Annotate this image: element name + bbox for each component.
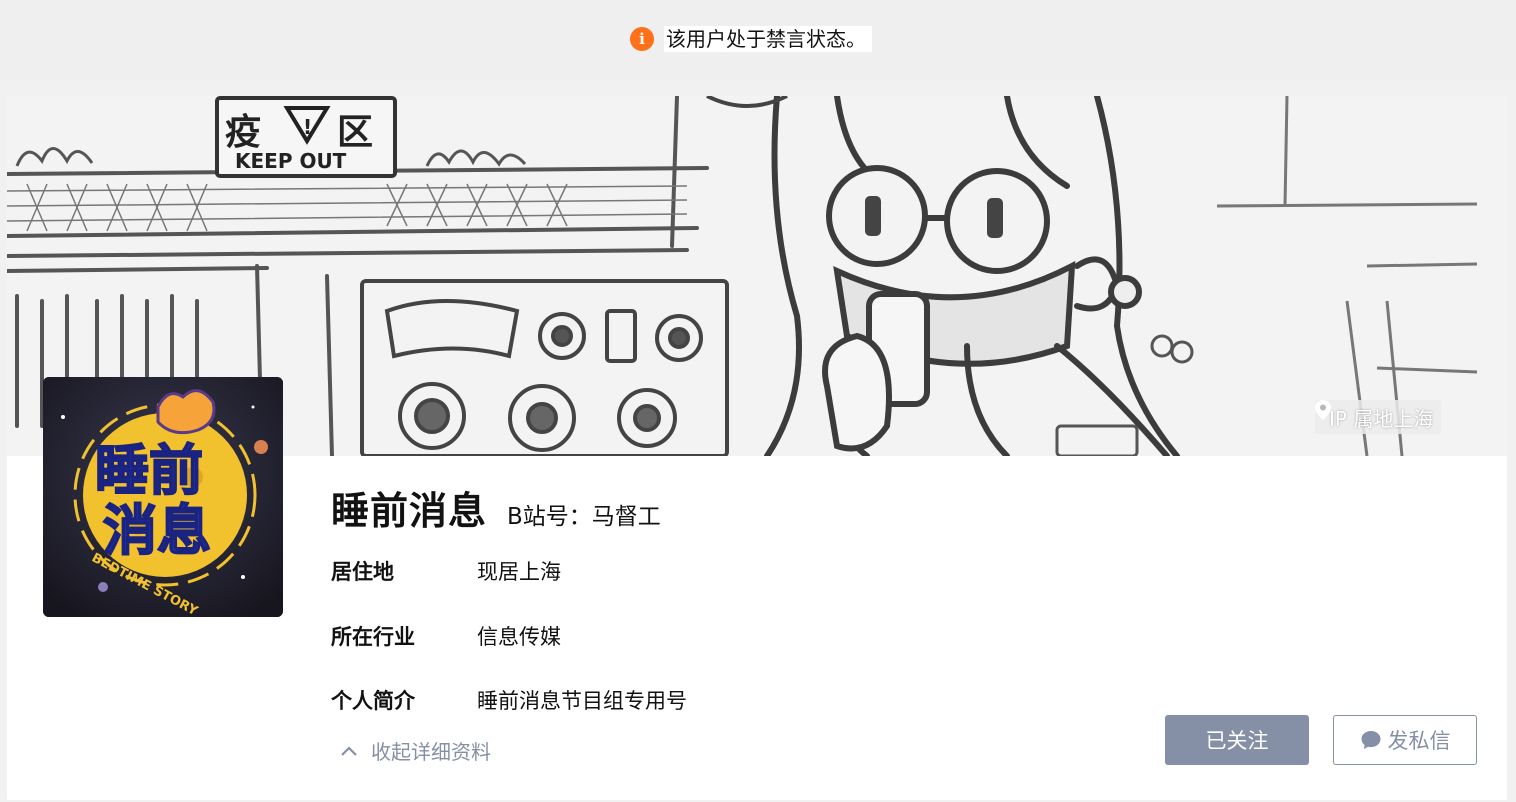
ip-location-text: IP 属地上海 <box>1329 406 1434 431</box>
svg-text:!: ! <box>303 115 312 139</box>
ip-location-badge: IP 属地上海 <box>1315 400 1442 434</box>
info-label: 个人简介 <box>331 689 415 713</box>
profile-card: 疫 ! 区 KEEP OUT IP 属地上海 睡前 消息 BEDTIME STO… <box>7 96 1507 800</box>
info-label: 居住地 <box>331 560 394 584</box>
chevron-up-icon <box>341 745 357 756</box>
svg-text:疫: 疫 <box>225 112 261 153</box>
followed-button[interactable]: 已关注 <box>1165 715 1309 765</box>
ban-notice-bar: i 该用户处于禁言状态。 <box>0 0 1516 80</box>
collapse-details-label: 收起详细资料 <box>371 740 491 764</box>
ban-notice-text: 该用户处于禁言状态。 <box>664 26 872 52</box>
send-message-button[interactable]: 发私信 <box>1333 715 1477 765</box>
svg-text:消息: 消息 <box>103 499 211 562</box>
bilibili-id: B站号：马督工 <box>507 504 661 530</box>
info-label: 所在行业 <box>331 625 415 649</box>
info-icon: i <box>630 27 654 51</box>
ban-notice: i 该用户处于禁言状态。 <box>630 26 872 52</box>
collapse-details-link[interactable]: 收起详细资料 <box>341 736 491 765</box>
avatar[interactable]: 睡前 消息 BEDTIME STORY <box>43 377 283 617</box>
info-row-residence: 居住地 现居上海 <box>331 556 561 586</box>
info-value: 现居上海 <box>477 560 561 584</box>
info-value: 信息传媒 <box>477 625 561 649</box>
info-row-bio: 个人简介 睡前消息节目组专用号 <box>331 685 687 715</box>
profile-name: 睡前消息 <box>331 489 488 533</box>
profile-name-row: 睡前消息 B站号：马督工 <box>331 480 661 535</box>
svg-text:区: 区 <box>337 112 373 153</box>
send-message-label: 发私信 <box>1387 730 1451 753</box>
info-value: 睡前消息节目组专用号 <box>477 689 687 713</box>
svg-text:KEEP OUT: KEEP OUT <box>235 149 347 173</box>
chat-bubble-icon <box>1360 729 1382 751</box>
svg-text:睡前: 睡前 <box>95 439 203 502</box>
info-row-industry: 所在行业 信息传媒 <box>331 621 561 651</box>
